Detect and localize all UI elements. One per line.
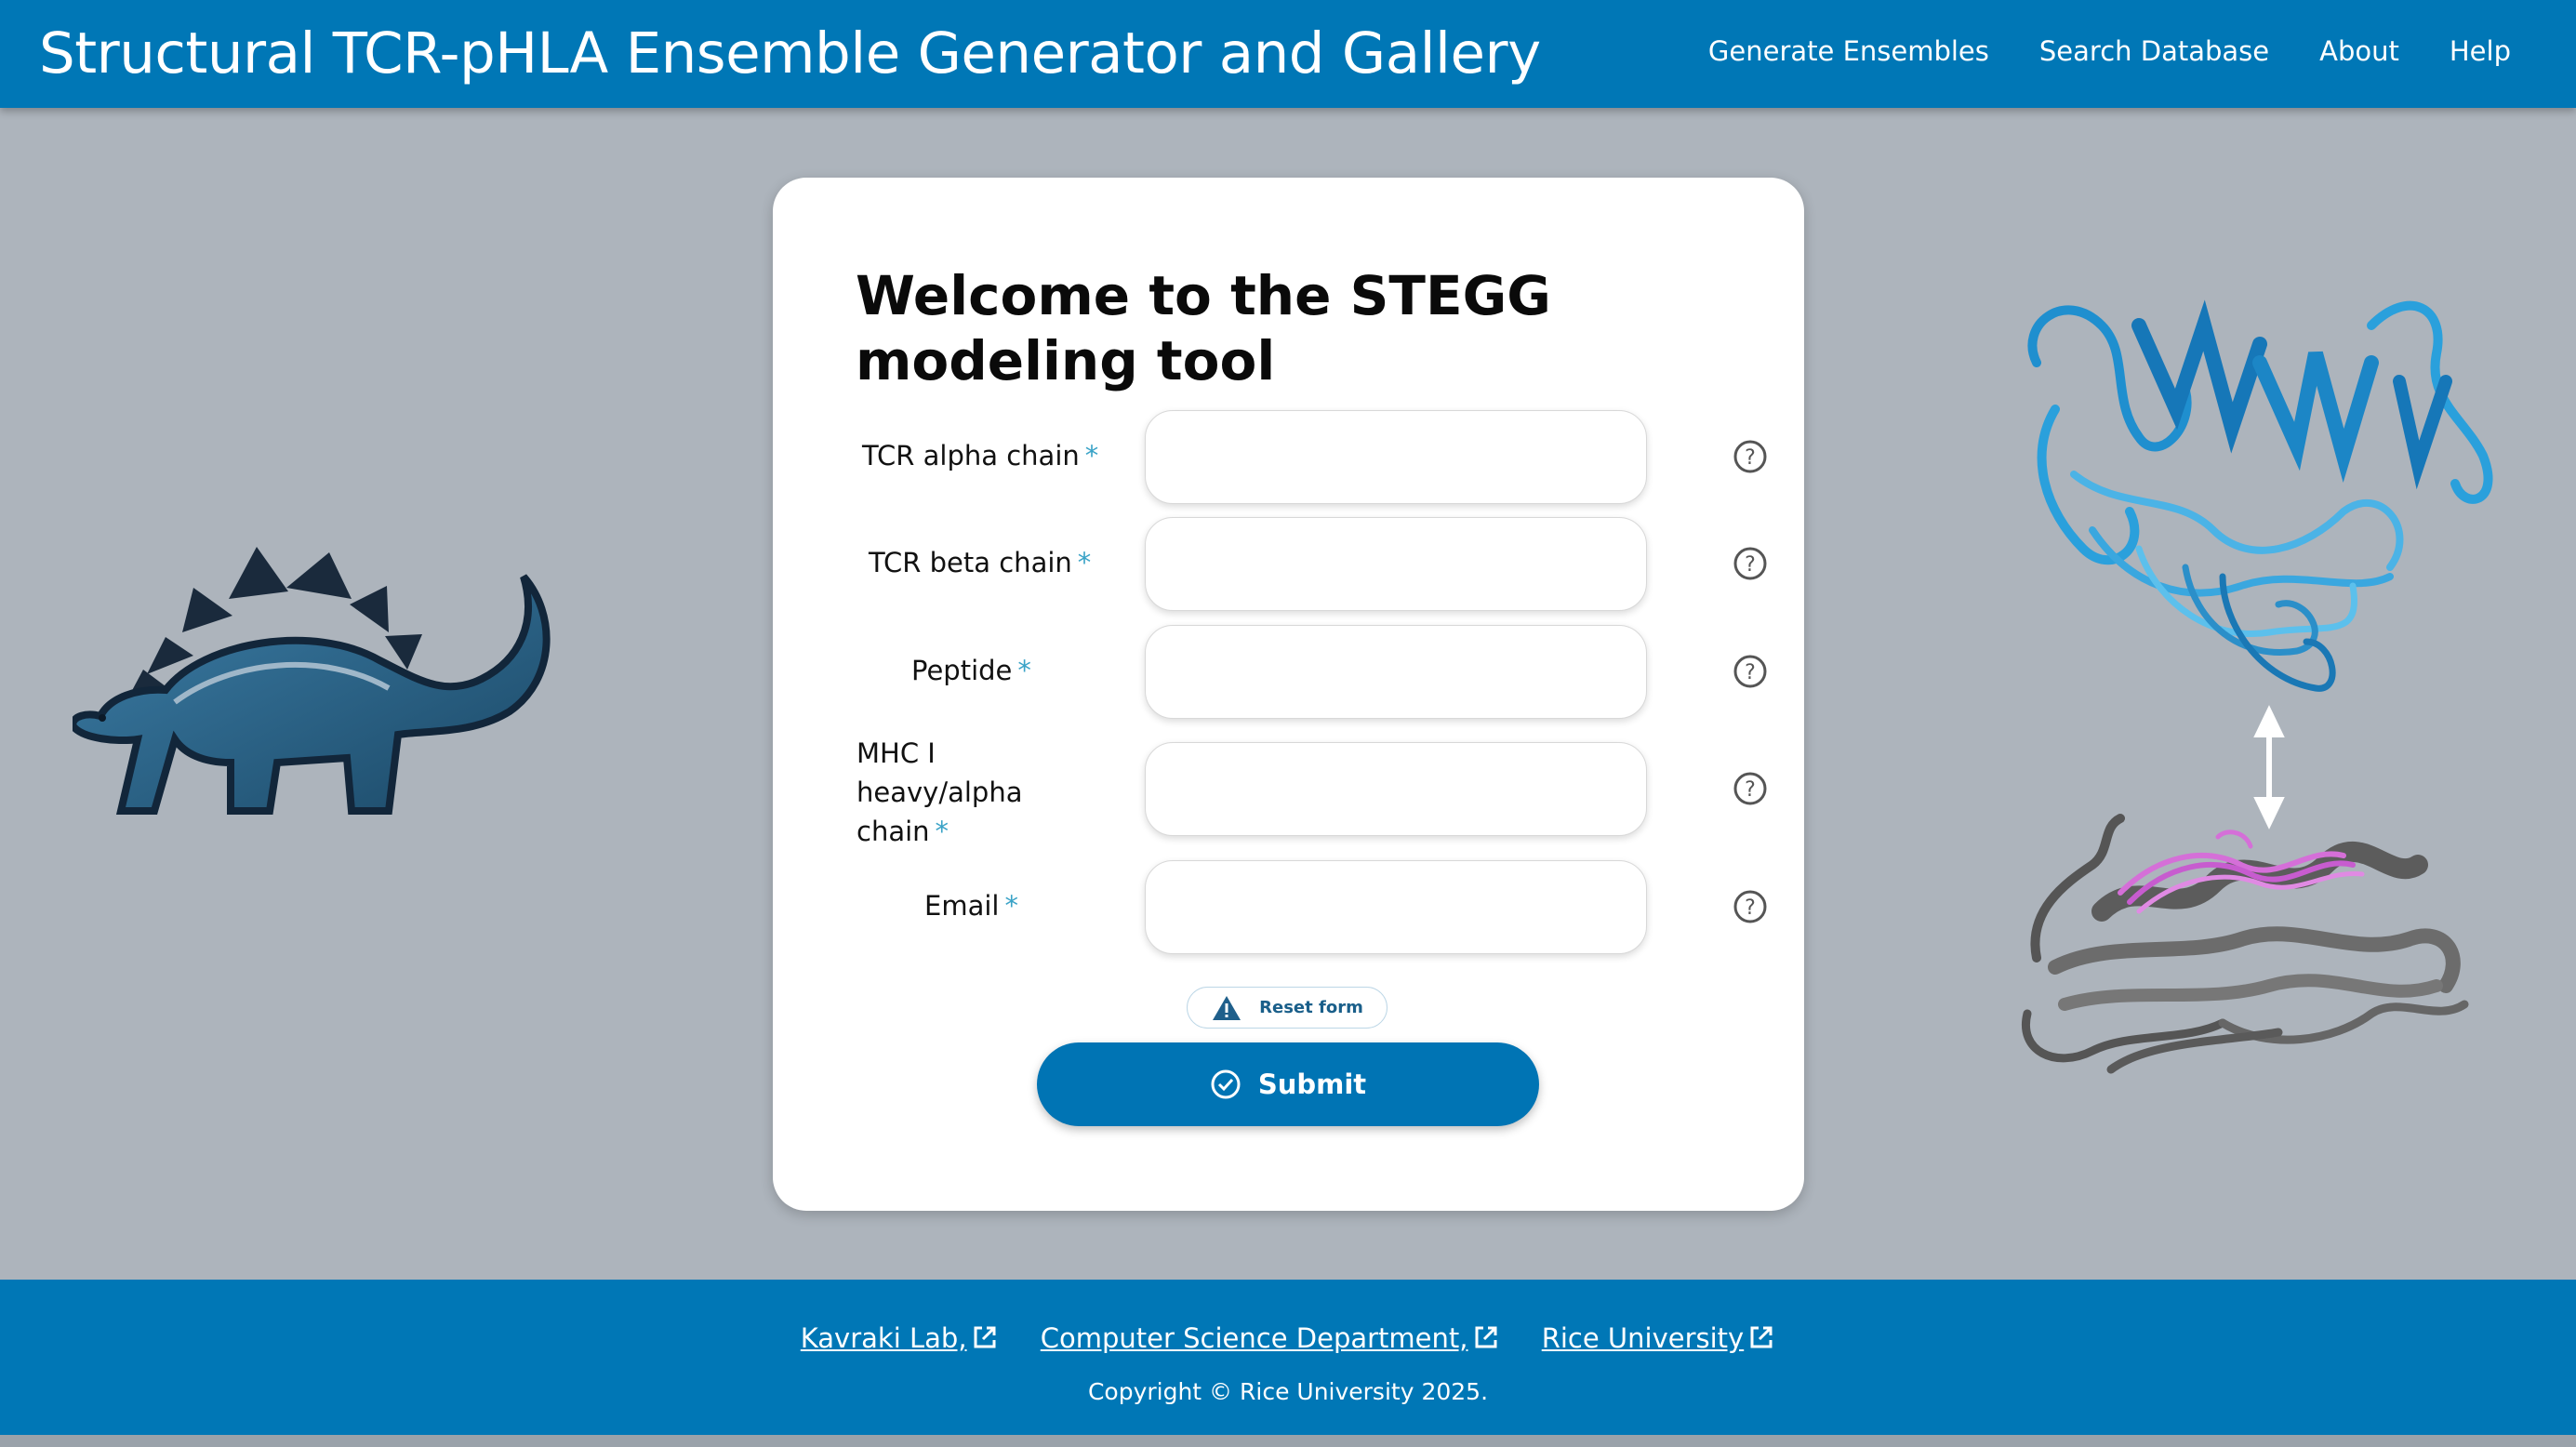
required-mark: * <box>935 816 949 847</box>
modeling-form-card: Welcome to the STEGG modeling tool TCR a… <box>773 178 1804 1211</box>
top-navbar: Structural TCR-pHLA Ensemble Generator a… <box>0 0 2576 108</box>
peptide-label: Peptide * <box>911 655 1031 686</box>
svg-text:?: ? <box>1745 778 1756 802</box>
submit-label: Submit <box>1257 1069 1367 1100</box>
question-circle-icon[interactable]: ? <box>1733 439 1768 474</box>
stegosaurus-illustration <box>73 547 551 815</box>
bottom-strip <box>0 1435 2576 1447</box>
footer-links: Kavraki Lab, Computer Science Department… <box>0 1322 2576 1354</box>
question-circle-icon[interactable]: ? <box>1733 654 1768 689</box>
reset-form-button[interactable]: Reset form <box>1187 987 1388 1029</box>
required-mark: * <box>1084 440 1099 471</box>
tcr-alpha-input[interactable] <box>1145 410 1647 504</box>
footer-link-cs-department-text: Computer Science Department, <box>1040 1322 1468 1354</box>
site-title[interactable]: Structural TCR-pHLA Ensemble Generator a… <box>39 20 1541 86</box>
peptide-input[interactable] <box>1145 625 1647 719</box>
tcr-beta-label: TCR beta chain * <box>869 547 1091 578</box>
footer: Kavraki Lab, Computer Science Department… <box>0 1280 2576 1435</box>
email-input[interactable] <box>1145 860 1647 954</box>
submit-button[interactable]: Submit <box>1037 1042 1539 1126</box>
nav-generate-ensembles[interactable]: Generate Ensembles <box>1708 35 1989 67</box>
mhc-label: MHC I heavy/alpha chain * <box>856 734 1024 851</box>
nav-help[interactable]: Help <box>2450 35 2511 67</box>
svg-text:?: ? <box>1745 896 1756 920</box>
required-mark: * <box>1017 655 1031 686</box>
footer-link-kavraki-lab[interactable]: Kavraki Lab, <box>801 1322 999 1354</box>
external-link-icon <box>1750 1326 1773 1348</box>
required-mark: * <box>1004 890 1018 922</box>
question-circle-icon[interactable]: ? <box>1733 889 1768 924</box>
peptide-label-text: Peptide <box>911 655 1013 686</box>
nav-about[interactable]: About <box>2319 35 2399 67</box>
copyright-text: Copyright © Rice University 2025. <box>1087 1378 1489 1405</box>
footer-link-kavraki-lab-text: Kavraki Lab, <box>800 1322 967 1354</box>
svg-text:?: ? <box>1745 446 1756 470</box>
external-link-icon <box>974 1326 996 1348</box>
check-circle-icon <box>1211 1069 1241 1099</box>
question-circle-icon[interactable]: ? <box>1733 546 1768 581</box>
nav-menu: Generate Ensembles Search Database About… <box>1658 35 2511 67</box>
tcr-beta-input[interactable] <box>1145 517 1647 611</box>
email-label: Email * <box>924 890 1018 922</box>
question-circle-icon[interactable]: ? <box>1733 771 1768 806</box>
mhc-heavy-chain-input[interactable] <box>1145 742 1647 836</box>
external-link-icon <box>1475 1326 1496 1348</box>
form-heading: Welcome to the STEGG modeling tool <box>856 264 1551 392</box>
svg-text:?: ? <box>1745 661 1756 684</box>
required-mark: * <box>1077 547 1092 578</box>
tcr-beta-label-text: TCR beta chain <box>869 547 1072 578</box>
svg-text:?: ? <box>1745 553 1756 577</box>
reset-form-label: Reset form <box>1259 998 1363 1017</box>
footer-link-rice-university[interactable]: Rice University <box>1542 1322 1776 1354</box>
tcr-alpha-label: TCR alpha chain * <box>862 440 1098 471</box>
tcr-alpha-label-text: TCR alpha chain <box>862 440 1080 471</box>
footer-link-cs-department[interactable]: Computer Science Department, <box>1041 1322 1500 1354</box>
nav-search-database[interactable]: Search Database <box>2039 35 2269 67</box>
protein-structure-illustration <box>2022 299 2493 1074</box>
footer-link-rice-university-text: Rice University <box>1541 1322 1745 1354</box>
warning-triangle-icon <box>1213 995 1242 1020</box>
email-label-text: Email <box>924 890 1000 922</box>
